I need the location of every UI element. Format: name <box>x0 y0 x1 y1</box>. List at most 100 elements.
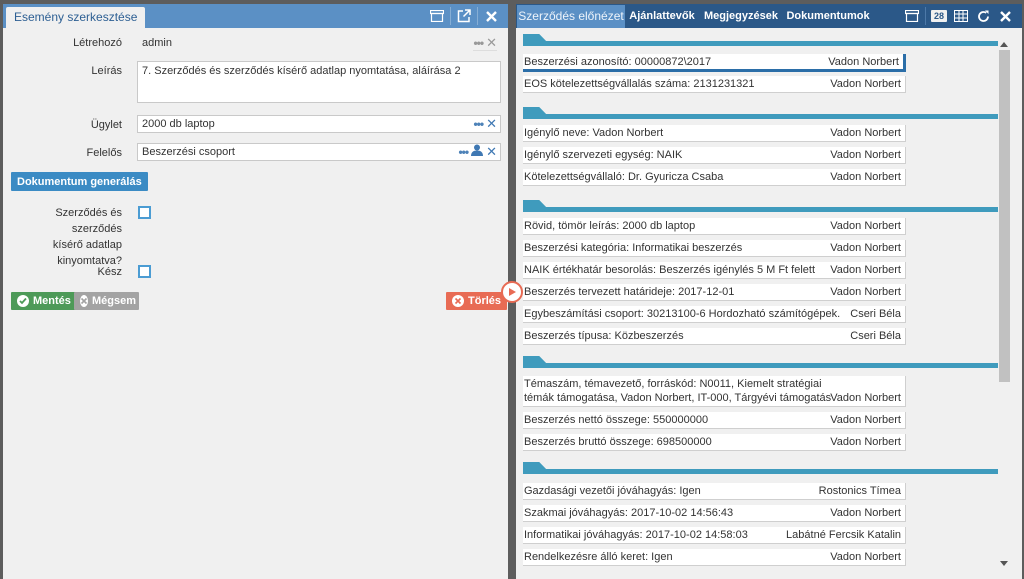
row-user: Rostonics Tímea <box>818 485 901 497</box>
clear-icon[interactable]: ✕ <box>486 145 497 159</box>
row-user: Labátné Fercsik Katalin <box>786 529 901 541</box>
row-text: Rövid, tömör leírás: 2000 db laptop <box>524 220 696 232</box>
creator-label: Létrehozó <box>73 37 122 49</box>
list-item[interactable]: Igénylő szervezeti egység: NAIK Vadon Nor… <box>523 147 906 164</box>
panel-toggle-button[interactable] <box>501 281 523 303</box>
scrollbar[interactable] <box>998 40 1012 570</box>
archive-icon[interactable] <box>901 7 923 25</box>
row-user: Cseri Béla <box>850 330 901 342</box>
cancel-icon <box>80 295 88 307</box>
row-text: EOS kötelezettségvállalás száma: 2131231… <box>524 78 755 90</box>
clear-icon: ✕ <box>486 34 497 50</box>
list-item[interactable]: Rendelkezésre álló keret: Igen Vadon Norb… <box>523 549 906 566</box>
responsible-label: Felelős <box>86 147 122 159</box>
row-user: Vadon Norbert <box>830 551 901 563</box>
scroll-thumb[interactable] <box>999 50 1010 382</box>
event-editor-tab[interactable]: Esemény szerkesztése <box>6 7 146 28</box>
list-item[interactable]: Gazdasági vezetői jóváhagyás: Igen Roston… <box>523 483 906 500</box>
list-item[interactable]: Beszerzés típusa: Közbeszerzés Cseri Béla <box>523 328 906 345</box>
printed-checkbox[interactable] <box>138 206 151 219</box>
user-icon[interactable] <box>471 144 484 161</box>
cancel-button-label: Mégsem <box>92 295 137 307</box>
row-user: Vadon Norbert <box>830 171 901 183</box>
list-item[interactable]: Beszerzési kategória: Informatikai besze… <box>523 240 906 257</box>
list-item[interactable]: Beszerzési azonosító: 00000872\2017 Vadon… <box>523 54 906 72</box>
list-item[interactable]: Témaszám, témavezető, forráskód: N0011, … <box>523 376 906 407</box>
tab-documents[interactable]: Dokumentumok <box>783 5 873 28</box>
archive-icon[interactable] <box>426 7 448 25</box>
description-label: Leírás <box>91 65 122 77</box>
grid-icon[interactable] <box>950 7 972 25</box>
done-checkbox[interactable] <box>138 265 151 278</box>
row-text: Informatikai jóváhagyás: 2017-10-02 14:5… <box>524 529 748 541</box>
section-banner <box>523 107 998 119</box>
more-icon[interactable]: ••• <box>473 118 484 130</box>
row-user: Vadon Norbert <box>830 507 901 519</box>
list-item[interactable]: Beszerzés tervezett határideje: 2017-12-… <box>523 284 906 301</box>
deal-label: Ügylet <box>90 119 122 131</box>
list-item[interactable]: Beszerzés bruttó összege: 698500000 Vadon… <box>523 434 906 451</box>
save-button[interactable]: Mentés <box>11 292 77 310</box>
row-text: Beszerzési kategória: Informatikai besze… <box>524 242 743 254</box>
row-text: Rendelkezésre álló keret: Igen <box>524 551 673 563</box>
tab-bidders[interactable]: Ajánlattevők <box>625 5 699 28</box>
list-item[interactable]: NAIK értékhatár besorolás: Beszerzés igé… <box>523 262 906 279</box>
popout-icon[interactable] <box>453 7 475 25</box>
tab-comments[interactable]: Megjegyzések <box>699 5 783 28</box>
row-text: Gazdasági vezetői jóváhagyás: Igen <box>524 485 701 497</box>
cancel-button[interactable]: Mégsem <box>74 292 139 310</box>
row-text: Beszerzési azonosító: 00000872\2017 <box>524 56 712 68</box>
creator-value: admin <box>142 37 172 49</box>
printed-label-line: kísérő adatlap <box>52 239 122 251</box>
row-text: Egybeszámítási csoport: 30213100-6 Hordo… <box>524 308 841 320</box>
list-item[interactable]: Szakmai jóváhagyás: 2017-10-02 14:56:43 V… <box>523 505 906 522</box>
list-item[interactable]: EOS kötelezettségvállalás száma: 2131231… <box>523 76 906 93</box>
row-text: Beszerzés típusa: Közbeszerzés <box>524 330 684 342</box>
scroll-up-icon[interactable] <box>1000 42 1008 47</box>
calendar-count-icon[interactable]: 28 <box>928 7 950 25</box>
scroll-down-icon[interactable] <box>1000 561 1008 566</box>
row-user: Vadon Norbert <box>830 264 901 276</box>
row-text: Témaszám, témavezető, forráskód: N0011, … <box>524 378 832 404</box>
event-editor-panel: Esemény szerkesztése Létrehozó admin •••… <box>3 4 508 579</box>
row-user: Vadon Norbert <box>830 392 901 404</box>
done-label: Kész <box>97 266 122 278</box>
row-user: Vadon Norbert <box>830 78 901 90</box>
contract-preview-panel: Szerződés előnézet Ajánlattevők Megjegyz… <box>516 4 1022 579</box>
list-item[interactable]: Egybeszámítási csoport: 30213100-6 Hordo… <box>523 306 906 323</box>
generate-document-button[interactable]: Dokumentum generálás <box>11 172 148 191</box>
deal-value: 2000 db laptop <box>142 118 215 130</box>
description-textarea[interactable] <box>137 61 501 103</box>
event-editor-header: Esemény szerkesztése <box>3 4 508 28</box>
tab-contract-preview[interactable]: Szerződés előnézet <box>517 5 625 28</box>
deal-field[interactable]: 2000 db laptop ••• ✕ <box>137 115 501 133</box>
clear-icon[interactable]: ✕ <box>486 117 497 131</box>
delete-button-label: Törlés <box>468 295 502 307</box>
list-item[interactable]: Informatikai jóváhagyás: 2017-10-02 14:5… <box>523 527 906 544</box>
section-banner <box>523 356 998 368</box>
save-button-label: Mentés <box>33 295 71 307</box>
section-banner <box>523 462 998 474</box>
responsible-field[interactable]: Beszerzési csoport ••• ✕ <box>137 143 501 161</box>
row-text: Beszerzés bruttó összege: 698500000 <box>524 436 712 448</box>
row-text: Beszerzés tervezett határideje: 2017-12-… <box>524 286 735 298</box>
row-user: Vadon Norbert <box>830 127 901 139</box>
close-icon[interactable] <box>480 7 502 25</box>
list-item[interactable]: Igénylő neve: Vadon Norbert Vadon Norbert <box>523 125 906 142</box>
delete-icon <box>452 295 464 307</box>
close-icon[interactable] <box>994 7 1016 25</box>
row-text: Igénylő szervezeti egység: NAIK <box>524 149 683 161</box>
row-user: Vadon Norbert <box>830 436 901 448</box>
list-item[interactable]: Rövid, tömör leírás: 2000 db laptop Vadon… <box>523 218 906 235</box>
refresh-icon[interactable] <box>972 7 994 25</box>
row-user: Vadon Norbert <box>830 220 901 232</box>
more-icon[interactable]: ••• <box>458 146 469 158</box>
creator-field: admin ••• ✕ <box>137 34 501 52</box>
list-item[interactable]: Kötelezettségvállaló: Dr. Gyuricza Csaba… <box>523 169 906 186</box>
list-item[interactable]: Beszerzés nettó összege: 550000000 Vadon … <box>523 412 906 429</box>
row-user: Vadon Norbert <box>830 242 901 254</box>
contract-preview-header: Szerződés előnézet Ajánlattevők Megjegyz… <box>516 4 1022 28</box>
row-user: Vadon Norbert <box>830 286 901 298</box>
row-text: Igénylő neve: Vadon Norbert <box>524 127 664 139</box>
delete-button[interactable]: Törlés <box>446 292 508 310</box>
